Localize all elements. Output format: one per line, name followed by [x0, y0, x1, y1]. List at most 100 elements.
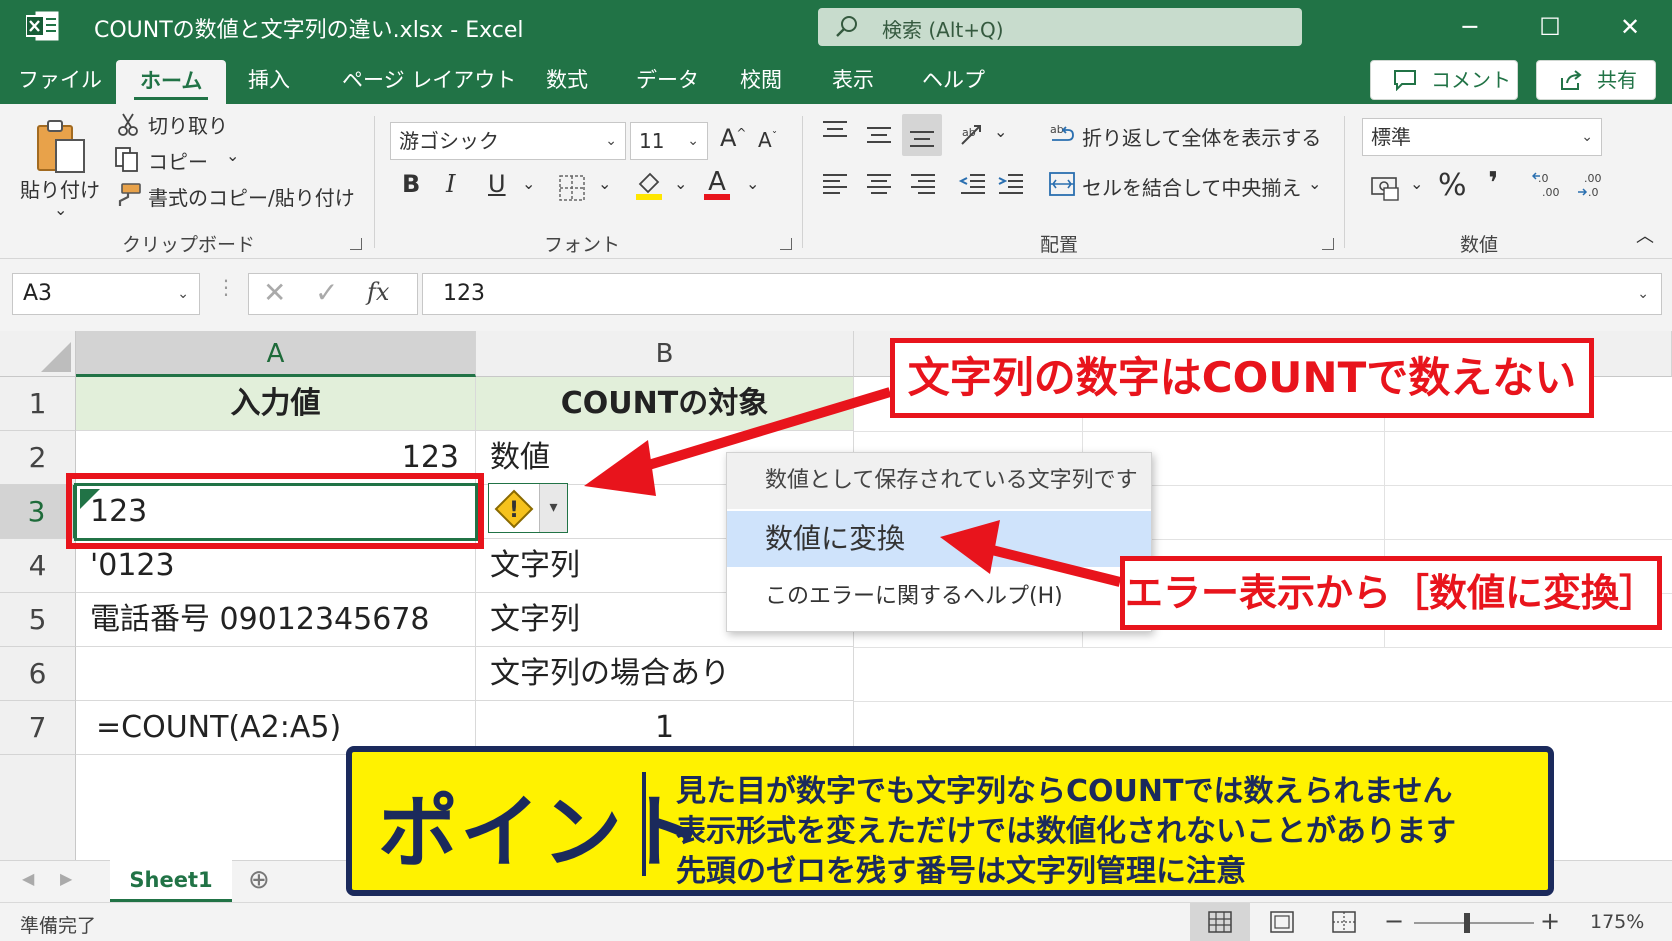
error-options-button[interactable]: ! ▾	[488, 483, 568, 533]
tab-data[interactable]: データ	[636, 62, 699, 104]
cell-a5[interactable]: 電話番号 09012345678	[76, 593, 476, 647]
sheet-tab-sheet1[interactable]: Sheet1	[110, 860, 232, 902]
scroll-left-icon[interactable]: ◀	[22, 869, 34, 888]
tab-home[interactable]: ホーム	[116, 60, 227, 104]
comment-button[interactable]: コメント	[1370, 60, 1518, 100]
tab-file[interactable]: ファイル	[18, 62, 102, 104]
align-center-icon[interactable]	[864, 170, 894, 198]
cell-a6[interactable]	[76, 647, 476, 701]
increase-decimal-icon[interactable]: .0.00	[1532, 170, 1564, 200]
fill-color-icon[interactable]	[634, 168, 664, 202]
font-color-icon[interactable]: A	[702, 166, 732, 202]
zoom-in-icon[interactable]: +	[1540, 907, 1560, 935]
align-top-icon[interactable]	[820, 118, 850, 144]
zoom-slider-track[interactable]	[1414, 922, 1534, 924]
maximize-button[interactable]: ☐	[1528, 8, 1572, 46]
align-right-icon[interactable]	[908, 170, 938, 198]
align-left-icon[interactable]	[820, 170, 850, 198]
wrap-text-button[interactable]: 折り返して全体を表示する	[1082, 122, 1321, 151]
underline-button[interactable]: U	[488, 170, 506, 198]
enter-icon[interactable]: ✓	[315, 276, 338, 309]
formula-bar-handle-icon[interactable]: ⋮	[216, 275, 236, 299]
status-ready: 準備完了	[20, 915, 97, 937]
tab-review[interactable]: 校閲	[740, 62, 782, 104]
border-dropdown-icon[interactable]: ⌄	[598, 174, 611, 193]
orientation-dropdown-icon[interactable]: ⌄	[994, 122, 1007, 141]
alignment-launcher-icon[interactable]	[1322, 238, 1334, 250]
minimize-button[interactable]: ─	[1448, 8, 1492, 46]
scroll-right-icon[interactable]: ▶	[60, 869, 72, 888]
merge-center-button[interactable]: セルを結合して中央揃え	[1082, 172, 1301, 201]
increase-indent-icon[interactable]	[996, 170, 1026, 198]
cell-b1[interactable]: COUNTの対象	[476, 377, 854, 431]
format-painter-button[interactable]: 書式のコピー/貼り付け	[148, 182, 355, 211]
row-header-5[interactable]: 5	[0, 593, 76, 647]
font-name-select[interactable]: 游ゴシック ⌄	[390, 122, 626, 160]
row-header-2[interactable]: 2	[0, 431, 76, 485]
font-color-dropdown-icon[interactable]: ⌄	[746, 174, 759, 193]
tab-page-layout[interactable]: ページ レイアウト	[342, 62, 516, 104]
zoom-level[interactable]: 175%	[1590, 911, 1644, 933]
convert-to-number-item[interactable]: 数値に変換	[727, 511, 1151, 567]
tab-help[interactable]: ヘルプ	[922, 62, 985, 104]
close-button[interactable]: ✕	[1608, 8, 1652, 46]
column-header-a[interactable]: A	[76, 331, 476, 377]
border-icon[interactable]	[558, 174, 586, 202]
comma-button[interactable]: ❜	[1488, 166, 1498, 201]
add-sheet-icon[interactable]: ⊕	[248, 865, 270, 895]
select-all-button[interactable]	[0, 331, 76, 377]
zoom-slider-thumb[interactable]	[1464, 913, 1470, 933]
search-input[interactable]: 検索 (Alt+Q)	[818, 8, 1302, 46]
paste-button[interactable]: 貼り付け	[20, 174, 100, 203]
row-header-3[interactable]: 3	[0, 485, 76, 539]
currency-icon[interactable]	[1370, 174, 1400, 202]
menu-header: 数値として保存されている文字列です	[727, 453, 1151, 509]
page-layout-view-icon[interactable]	[1270, 911, 1294, 933]
normal-view-button[interactable]	[1190, 903, 1250, 941]
expand-formula-icon[interactable]: ⌄	[1637, 274, 1649, 314]
format-painter-icon	[118, 183, 141, 206]
italic-button[interactable]: I	[446, 170, 455, 198]
row-header-4[interactable]: 4	[0, 539, 76, 593]
row-header-6[interactable]: 6	[0, 647, 76, 701]
insert-function-button[interactable]: fx	[367, 278, 389, 306]
row-header-1[interactable]: 1	[0, 377, 76, 431]
underline-dropdown-icon[interactable]: ⌄	[522, 174, 535, 193]
decrease-decimal-icon[interactable]: .00.0	[1576, 170, 1608, 200]
formula-input[interactable]: 123 ⌄	[422, 273, 1662, 315]
font-size-select[interactable]: 11 ⌄	[630, 122, 708, 160]
tab-view[interactable]: 表示	[832, 62, 874, 104]
percent-button[interactable]: %	[1438, 168, 1467, 203]
cell-a1[interactable]: 入力値	[76, 377, 476, 431]
copy-dropdown-icon[interactable]: ⌄	[226, 146, 239, 165]
paste-dropdown-icon[interactable]: ⌄	[54, 200, 67, 219]
fill-color-dropdown-icon[interactable]: ⌄	[674, 174, 687, 193]
copy-button[interactable]: コピー	[148, 146, 208, 175]
zoom-out-icon[interactable]: −	[1384, 907, 1404, 935]
align-middle-icon[interactable]	[864, 122, 894, 148]
currency-dropdown-icon[interactable]: ⌄	[1410, 174, 1423, 193]
decrease-font-icon[interactable]: Aˇ	[758, 128, 777, 152]
paste-icon[interactable]	[34, 118, 88, 176]
clipboard-launcher-icon[interactable]	[350, 238, 362, 250]
decrease-indent-icon[interactable]	[958, 170, 988, 198]
column-header-b[interactable]: B	[476, 331, 854, 377]
collapse-ribbon-icon[interactable]: ︿	[1636, 222, 1654, 248]
cell-b6[interactable]: 文字列の場合あり	[476, 647, 854, 701]
page-break-view-icon[interactable]	[1332, 911, 1356, 933]
share-button[interactable]: 共有	[1536, 60, 1656, 100]
align-bottom-button[interactable]	[902, 114, 942, 156]
bold-button[interactable]: B	[402, 170, 420, 198]
tab-formulas[interactable]: 数式	[546, 62, 588, 104]
cancel-icon[interactable]: ✕	[263, 276, 286, 309]
row-header-7[interactable]: 7	[0, 701, 76, 755]
cut-button[interactable]: 切り取り	[148, 110, 228, 139]
font-launcher-icon[interactable]	[780, 238, 792, 250]
error-help-item[interactable]: このエラーに関するヘルプ(H)	[727, 569, 1151, 625]
name-box[interactable]: A3 ⌄	[12, 273, 200, 315]
tab-insert[interactable]: 挿入	[248, 62, 290, 104]
number-format-select[interactable]: 標準 ⌄	[1362, 118, 1602, 156]
orientation-icon[interactable]: ab	[958, 120, 988, 150]
increase-font-icon[interactable]: A^	[720, 124, 746, 152]
merge-dropdown-icon[interactable]: ⌄	[1308, 174, 1321, 193]
